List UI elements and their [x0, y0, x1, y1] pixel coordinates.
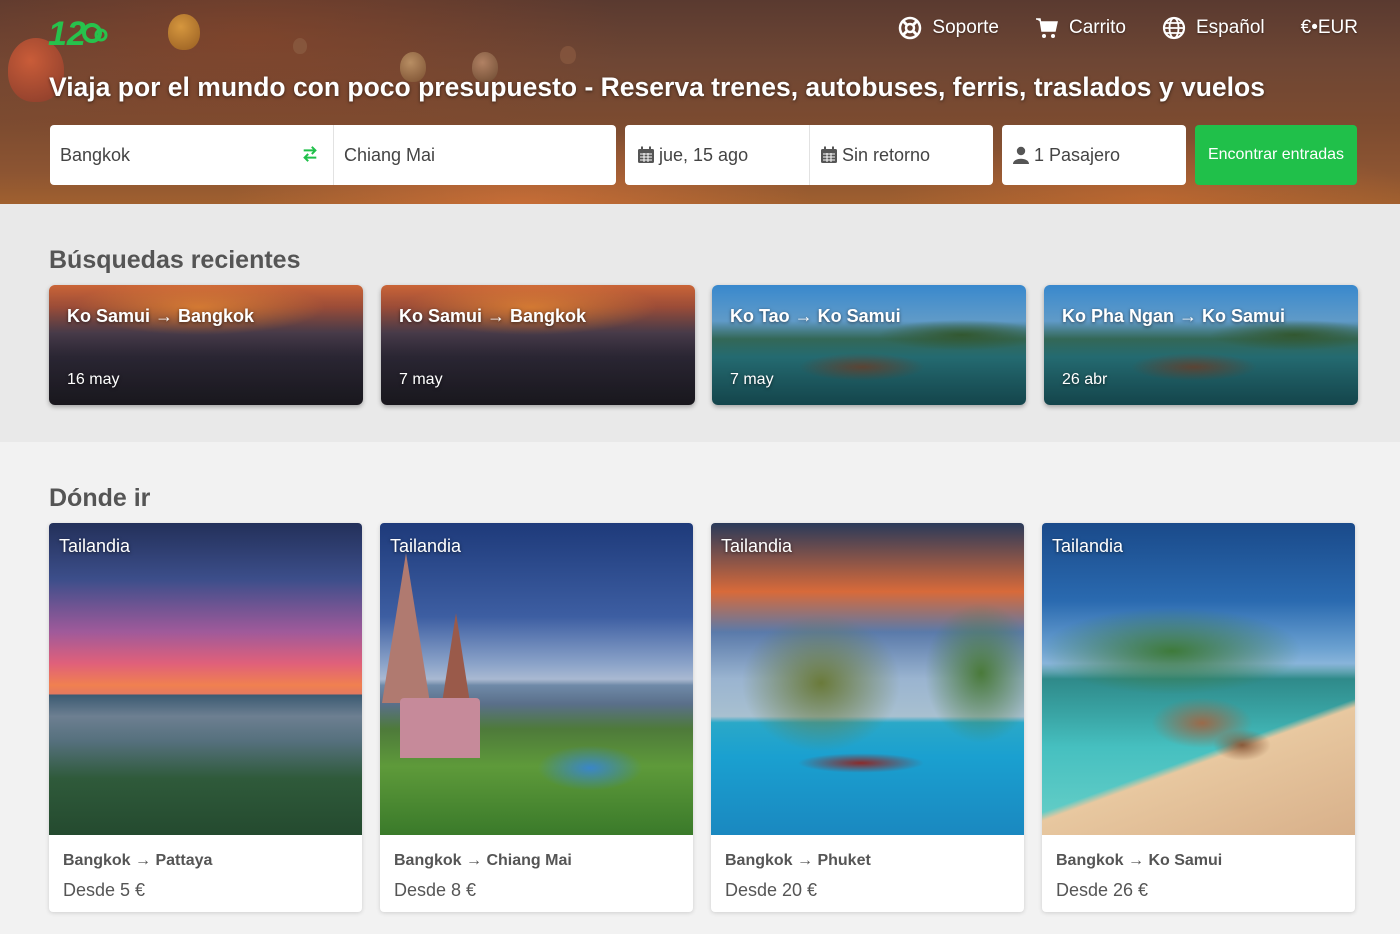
recent-route: Ko Samui → Bangkok [67, 306, 255, 326]
destination-route: Bangkok → Ko Samui [1056, 852, 1223, 869]
return-date-field[interactable]: Sin retorno [809, 125, 993, 185]
calendar-icon [638, 146, 654, 163]
destination-value: Chiang Mai [344, 144, 436, 165]
balloon-decoration [168, 14, 200, 50]
origin-value: Bangkok [60, 144, 131, 165]
destination-price: Desde 26 € [1056, 880, 1149, 900]
destination-card[interactable]: Tailandia Bangkok → Ko Samui Desde 26 € [1042, 523, 1355, 912]
nav-language[interactable]: Español [1162, 16, 1265, 40]
hero-title: Viaja por el mundo con poco presupuesto … [49, 72, 1265, 102]
nav-currency-label: €•EUR [1300, 17, 1358, 38]
destination-country: Tailandia [390, 536, 462, 556]
recent-date: 7 may [399, 371, 443, 388]
recent-searches-section: Búsquedas recientes Ko Samui → Bangkok 1… [0, 204, 1400, 442]
departure-date-value: jue, 15 ago [659, 144, 749, 165]
temple-decoration [400, 698, 480, 758]
origin-field[interactable]: Bangkok [50, 125, 333, 185]
find-tickets-button[interactable]: Encontrar entradas [1195, 125, 1357, 185]
nav-cart-label: Carrito [1068, 17, 1126, 38]
passengers-value: 1 Pasajero [1034, 144, 1121, 165]
recent-search-card[interactable]: Ko Samui → Bangkok 7 may [381, 285, 695, 405]
lifebuoy-icon [899, 16, 922, 40]
top-nav: Soporte Carrito Español €•EUR [898, 16, 1358, 40]
nav-currency[interactable]: €•EUR [1301, 17, 1358, 39]
recent-route: Ko Pha Ngan → Ko Samui [1062, 306, 1286, 326]
cart-icon [1035, 18, 1058, 38]
hero-banner: 12 Soporte Carrito Español €•EUR Viaja p… [0, 0, 1400, 204]
balloon-decoration [560, 46, 576, 64]
destination-image: Tailandia [1042, 523, 1355, 835]
destination-country: Tailandia [59, 536, 131, 556]
destination-route: Bangkok → Pattaya [63, 852, 213, 869]
destination-route: Bangkok → Chiang Mai [394, 852, 572, 869]
calendar-icon [821, 146, 837, 163]
recent-search-card[interactable]: Ko Pha Ngan → Ko Samui 26 abr [1044, 285, 1358, 405]
destination-route: Bangkok → Phuket [725, 852, 871, 869]
destinations-title: Dónde ir [49, 484, 151, 512]
destination-image: Tailandia [711, 523, 1024, 835]
recent-search-card[interactable]: Ko Samui → Bangkok 16 may [49, 285, 363, 405]
swap-icon[interactable] [301, 145, 319, 163]
temple-decoration [442, 613, 470, 703]
balloon-decoration [293, 38, 307, 54]
departure-date-field[interactable]: jue, 15 ago [625, 125, 809, 185]
passengers-field[interactable]: 1 Pasajero [1002, 125, 1186, 185]
user-icon [1013, 146, 1029, 164]
nav-support[interactable]: Soporte [898, 16, 999, 40]
temple-decoration [382, 553, 430, 703]
destination-card[interactable]: Tailandia Bangkok → Chiang Mai Desde 8 € [380, 523, 693, 912]
nav-language-label: Español [1195, 17, 1265, 38]
destination-card[interactable]: Tailandia Bangkok → Pattaya Desde 5 € [49, 523, 362, 912]
recent-searches-title: Búsquedas recientes [49, 246, 301, 274]
destination-card[interactable]: Tailandia Bangkok → Phuket Desde 20 € [711, 523, 1024, 912]
destination-image: Tailandia [380, 523, 693, 835]
destination-field[interactable]: Chiang Mai [333, 125, 616, 185]
recent-date: 7 may [730, 371, 774, 388]
recent-route: Ko Samui → Bangkok [399, 306, 587, 326]
globe-icon [1162, 16, 1186, 40]
destination-price: Desde 20 € [725, 880, 818, 900]
search-form: Bangkok Chiang Mai jue, 15 ago Sin retor… [50, 125, 1357, 185]
destination-price: Desde 8 € [394, 880, 477, 900]
destination-image: Tailandia [49, 523, 362, 835]
recent-date: 16 may [67, 371, 120, 388]
svg-text:12: 12 [48, 15, 86, 51]
destination-country: Tailandia [1052, 536, 1124, 556]
destination-country: Tailandia [721, 536, 793, 556]
return-date-value: Sin retorno [842, 144, 931, 165]
nav-cart[interactable]: Carrito [1035, 16, 1126, 40]
recent-search-card[interactable]: Ko Tao → Ko Samui 7 may [712, 285, 1026, 405]
nav-support-label: Soporte [932, 17, 999, 38]
recent-route: Ko Tao → Ko Samui [730, 306, 901, 326]
logo-12go-icon[interactable]: 12 [48, 11, 108, 51]
destination-price: Desde 5 € [63, 880, 146, 900]
recent-date: 26 abr [1062, 371, 1108, 388]
destinations-section: Dónde ir Tailandia Bangkok → Pattaya Des… [0, 442, 1400, 934]
